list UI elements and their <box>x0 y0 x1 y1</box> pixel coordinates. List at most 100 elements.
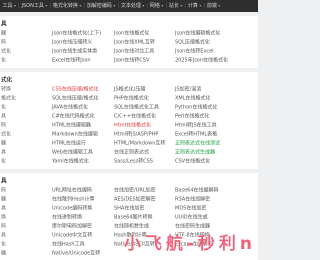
tool-link[interactable]: Json在线压缩转义 <box>50 38 112 47</box>
tool-row: 器 Json在线格式化(上下) Json在线格式化 Json在线编辑格式化 <box>0 29 258 38</box>
nav-item-webmaster[interactable]: 站长 ▾ <box>165 3 185 9</box>
tool-link[interactable]: 码 <box>0 121 50 130</box>
tool-link[interactable]: 码 <box>0 38 50 47</box>
tool-link[interactable]: Html转JS/ASP/PHP <box>112 130 173 139</box>
tool-link[interactable]: Yaml在线格式化 <box>50 157 112 166</box>
tool-link[interactable]: 器 <box>0 249 50 258</box>
tool-link[interactable]: 在线进制转换 <box>50 213 112 222</box>
tool-link[interactable]: 在线正则表达式 <box>112 148 173 157</box>
tool-link[interactable]: 式化 <box>0 47 50 56</box>
tool-link[interactable]: MD5在线加密 <box>173 204 258 213</box>
tool-link[interactable]: 化 <box>0 56 50 65</box>
nav-item-format-convert[interactable]: 格式化转换 ▾ <box>49 3 84 9</box>
tool-link[interactable]: Json在线转Excel <box>173 47 258 56</box>
tool-link[interactable]: 在线Hash工具 <box>50 240 112 249</box>
tool-link[interactable]: 化 <box>0 103 50 112</box>
tool-link[interactable]: URL网址在线编码 <box>50 186 112 195</box>
tool-link[interactable]: 具 <box>0 204 50 213</box>
tool-link[interactable]: HTML/Markdown互转 <box>112 139 173 148</box>
tool-link[interactable]: HTML在线运行 <box>50 139 112 148</box>
tool-link[interactable]: Json在线编辑格式化 <box>173 29 258 38</box>
nav-item-network[interactable]: 网络 ▾ <box>146 3 166 9</box>
nav-item-text[interactable]: 文本处理 ▾ <box>117 3 147 9</box>
tool-link[interactable]: Unicode编码转换 <box>50 204 112 213</box>
chevron-down-icon: ▾ <box>180 3 183 9</box>
tool-link[interactable]: Sass/Less转CSS <box>112 157 173 166</box>
tool-link[interactable]: 具 <box>0 112 50 121</box>
tool-link[interactable]: Json在线格式化(上下) <box>50 29 112 38</box>
tool-link[interactable]: PHP在线格式化 <box>112 94 173 103</box>
tool-link[interactable]: 2025年Json在线格式化 <box>173 56 258 65</box>
tool-link[interactable]: 化 <box>0 240 50 249</box>
section-title: 具 <box>1 20 7 28</box>
tool-link[interactable]: Web在线编辑工具 <box>50 148 112 157</box>
tool-link[interactable]: Perl在线格式化 <box>173 112 258 121</box>
tool-link[interactable]: 具 <box>0 231 50 240</box>
tool-link[interactable]: 码 <box>0 222 50 231</box>
tool-row: 具 Web在线编辑工具 在线正则表达式 正则表达式生成器 <box>0 148 258 157</box>
tool-link[interactable]: Json在线格式化 <box>112 29 173 38</box>
nav-item-frontend[interactable]: 前端 ▾ <box>203 3 223 9</box>
tool-link[interactable]: Markdown在线编辑 <box>50 130 112 139</box>
tool-link[interactable]: 具 <box>0 148 50 157</box>
tool-link[interactable]: 格式化 <box>0 94 50 103</box>
tool-link[interactable]: 换 <box>0 213 50 222</box>
tool-link[interactable]: 在线加密/URL加密 <box>112 186 173 195</box>
tool-row: 码 URL网址在线编码 在线加密/URL加密 Base64在线编解码 <box>0 186 258 195</box>
tool-link[interactable]: SQL压缩格式化 <box>173 38 258 47</box>
tool-link[interactable]: 器 <box>0 29 50 38</box>
chevron-down-icon: ▾ <box>113 3 116 9</box>
tool-link[interactable]: UUID在线生成 <box>173 213 258 222</box>
tool-link[interactable]: CSS在线压缩/格式化 <box>50 85 112 94</box>
tool-link[interactable]: Native/Unicode互转 <box>50 249 112 258</box>
tool-link[interactable]: 正则表达式在线测试 <box>173 139 258 148</box>
tool-link[interactable]: Python在线格式化 <box>173 103 258 112</box>
tool-link[interactable]: 器 <box>0 139 50 148</box>
tool-link[interactable]: 在线散列Hash计算 <box>50 195 112 204</box>
tool-section: 具 器 Json在线格式化(上下) Json在线格式化 Json在线编辑格式化 … <box>0 16 258 68</box>
tool-link[interactable]: 器 <box>0 195 50 204</box>
tool-row: 器 在线散列Hash计算 AES/DES加密解密 RSA在线加解密 <box>0 195 258 204</box>
tool-link[interactable]: Html在线格式化 <box>112 121 173 130</box>
tool-link[interactable]: C/C++在线格式化 <box>112 112 173 121</box>
tool-link[interactable]: JS加密/混淆 <box>173 85 258 94</box>
nav-item-label: 计算 <box>187 3 198 9</box>
tool-link[interactable]: 转换 <box>0 85 50 94</box>
tool-link[interactable]: Excel在线转Json <box>50 56 112 65</box>
tool-link[interactable]: Base64在线编解码 <box>173 186 258 195</box>
tool-link[interactable]: 码 <box>0 186 50 195</box>
chevron-down-icon: ▾ <box>45 3 48 9</box>
tool-link[interactable]: JS格式化/压缩 <box>112 85 173 94</box>
nav-item-json-tools[interactable]: JSON工具 ▾ <box>18 3 50 9</box>
tool-link[interactable]: Base64图片转换 <box>112 213 173 222</box>
tool-link[interactable]: 摩尔斯电码加解密 <box>50 222 112 231</box>
tool-link[interactable]: 式化 <box>0 130 50 139</box>
nav-item-calculate[interactable]: 计算 ▾ <box>184 3 204 9</box>
tool-link[interactable]: Excel转HTML表格 <box>173 130 258 139</box>
watermark: 小飞航-秒利n <box>123 233 256 254</box>
tool-link[interactable]: SQL在线格式化工具 <box>112 103 173 112</box>
tool-link[interactable]: 正则表达式生成器 <box>173 148 258 157</box>
tool-link[interactable]: Json在线对比工具 <box>112 47 173 56</box>
tool-link[interactable]: C#在线代码格式化 <box>50 112 112 121</box>
nav-item-encrypt-encode[interactable]: 加解密编码 ▾ <box>83 3 118 9</box>
tool-link[interactable]: JAVA在线格式化 <box>50 103 112 112</box>
nav-item-tools[interactable]: 工具 ▾ <box>0 3 19 9</box>
tool-row: 转换 CSS在线压缩/格式化 JS格式化/压缩 JS加密/混淆 <box>0 85 258 94</box>
tool-link[interactable]: Html转JS在线工具 <box>173 121 258 130</box>
tool-link[interactable]: SHA在线加密 <box>112 204 173 213</box>
tool-link[interactable]: XML在线格式化 <box>173 94 258 103</box>
tool-link[interactable]: CSV在线格式化 <box>173 157 258 166</box>
tool-link[interactable]: Unicode中文互转 <box>50 231 112 240</box>
tool-link[interactable]: 化 <box>0 157 50 166</box>
tool-link[interactable]: RSA在线加解密 <box>173 195 258 204</box>
tool-link[interactable]: Json在线转CSV <box>112 56 173 65</box>
page: 工具 ▾ JSON工具 ▾ 格式化转换 ▾ 加解密编码 ▾ 文本处理 ▾ 网络 ▾ 站长 ▾ … <box>0 0 258 260</box>
tool-row: 具 C#在线代码格式化 C/C++在线格式化 Perl在线格式化 <box>0 112 258 121</box>
tool-link[interactable]: HTML在线编辑器 <box>50 121 112 130</box>
tool-link[interactable]: Json在线XML互转 <box>112 38 173 47</box>
section-title: 式化 <box>1 76 12 84</box>
tool-link[interactable]: AES/DES加密解密 <box>112 195 173 204</box>
tool-link[interactable]: SQL在线压缩/格式化 <box>50 94 112 103</box>
tool-link[interactable]: Json在线生成实体类 <box>50 47 112 56</box>
